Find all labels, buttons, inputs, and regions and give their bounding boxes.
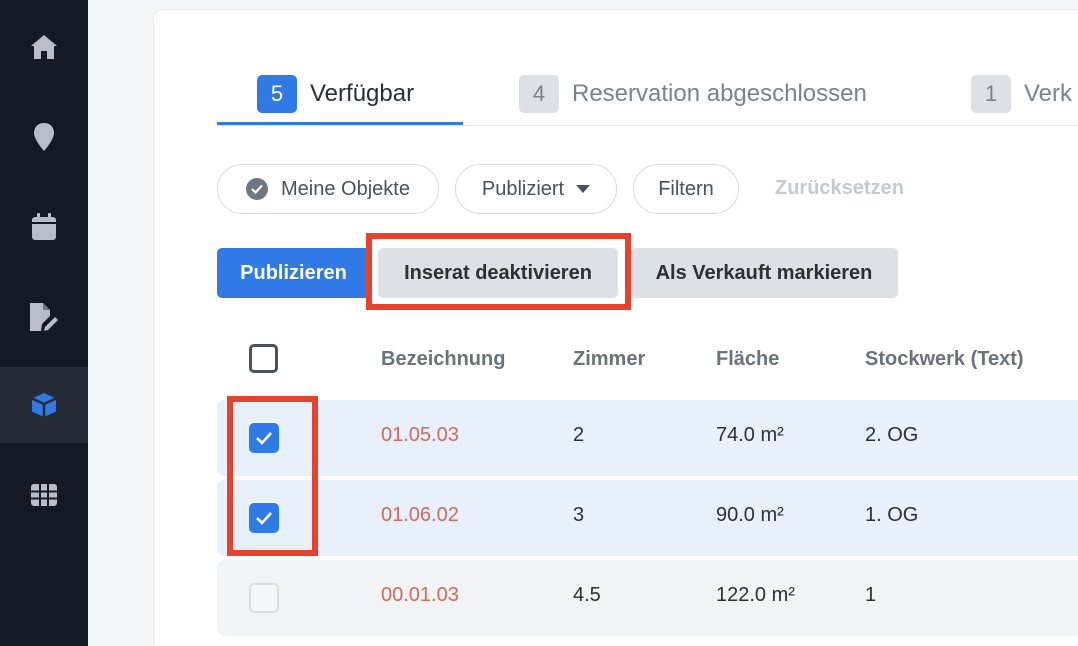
location-pin-icon bbox=[34, 123, 54, 151]
sidebar-item-calendar[interactable] bbox=[0, 189, 88, 265]
table-row[interactable]: 00.01.03 4.5 122.0 m² 1 bbox=[217, 560, 1078, 636]
cube-icon bbox=[31, 393, 57, 417]
document-edit-icon bbox=[30, 303, 58, 331]
chip-label: Meine Objekte bbox=[281, 177, 410, 200]
row-area: 122.0 m² bbox=[716, 584, 795, 606]
row-area: 90.0 m² bbox=[716, 504, 784, 526]
home-icon bbox=[31, 35, 57, 59]
highlight-box-deactivate bbox=[366, 233, 631, 310]
tab-count-badge: 1 bbox=[971, 75, 1011, 113]
tab-label: Reservation abgeschlossen bbox=[572, 80, 867, 107]
tab-label: Verfügbar bbox=[310, 80, 415, 107]
row-rooms: 3 bbox=[573, 504, 585, 526]
tab-reservation-abgeschlossen[interactable]: 4 Reservation abgeschlossen bbox=[519, 74, 867, 114]
row-floor: 1 bbox=[865, 584, 877, 606]
column-header-flaeche[interactable]: Fläche bbox=[716, 348, 779, 371]
filter-button[interactable]: Filtern bbox=[633, 164, 739, 214]
tab-count-badge: 5 bbox=[257, 75, 297, 113]
column-header-zimmer[interactable]: Zimmer bbox=[573, 348, 645, 371]
tabs-divider bbox=[217, 125, 1078, 126]
chip-label: Filtern bbox=[658, 177, 714, 200]
row-floor: 2. OG bbox=[865, 424, 919, 446]
row-area: 74.0 m² bbox=[716, 424, 784, 446]
select-all-checkbox[interactable] bbox=[249, 344, 278, 373]
mark-sold-button[interactable]: Als Verkauft markieren bbox=[630, 248, 898, 298]
publish-button[interactable]: Publizieren bbox=[217, 248, 370, 298]
tab-verkauft[interactable]: 1 Verk bbox=[971, 74, 1072, 114]
sidebar-item-home[interactable] bbox=[0, 9, 88, 85]
tab-verfuegbar[interactable]: 5 Verfügbar bbox=[257, 74, 414, 114]
highlight-box-checkboxes bbox=[227, 396, 318, 556]
column-header-bezeichnung[interactable]: Bezeichnung bbox=[381, 348, 505, 371]
sidebar-item-objects[interactable] bbox=[0, 367, 88, 443]
sidebar-item-documents[interactable] bbox=[0, 279, 88, 355]
column-header-stockwerk[interactable]: Stockwerk (Text) bbox=[865, 348, 1024, 371]
table-row[interactable]: 01.06.02 3 90.0 m² 1. OG bbox=[217, 480, 1078, 556]
row-code[interactable]: 00.01.03 bbox=[381, 584, 459, 607]
caret-down-icon bbox=[576, 185, 591, 193]
active-tab-indicator bbox=[217, 122, 463, 125]
row-rooms: 4.5 bbox=[573, 584, 601, 606]
sidebar-item-locations[interactable] bbox=[0, 99, 88, 175]
sidebar bbox=[0, 0, 88, 646]
grid-table-icon bbox=[31, 484, 57, 506]
tab-count-badge: 4 bbox=[519, 75, 559, 113]
sidebar-item-grid[interactable] bbox=[0, 457, 88, 533]
tab-label: Verk bbox=[1024, 80, 1073, 107]
row-rooms: 2 bbox=[573, 424, 585, 446]
publiziert-dropdown[interactable]: Publiziert bbox=[455, 164, 617, 214]
table-row[interactable]: 01.05.03 2 74.0 m² 2. OG bbox=[217, 400, 1078, 476]
row-checkbox[interactable] bbox=[249, 583, 279, 613]
check-circle-icon bbox=[246, 178, 269, 200]
reset-link[interactable]: Zurücksetzen bbox=[775, 177, 904, 200]
calendar-icon bbox=[32, 213, 56, 240]
chip-label: Publiziert bbox=[481, 177, 565, 200]
row-code[interactable]: 01.06.02 bbox=[381, 504, 459, 527]
row-code[interactable]: 01.05.03 bbox=[381, 424, 459, 447]
row-floor: 1. OG bbox=[865, 504, 919, 526]
meine-objekte-filter[interactable]: Meine Objekte bbox=[217, 164, 439, 214]
